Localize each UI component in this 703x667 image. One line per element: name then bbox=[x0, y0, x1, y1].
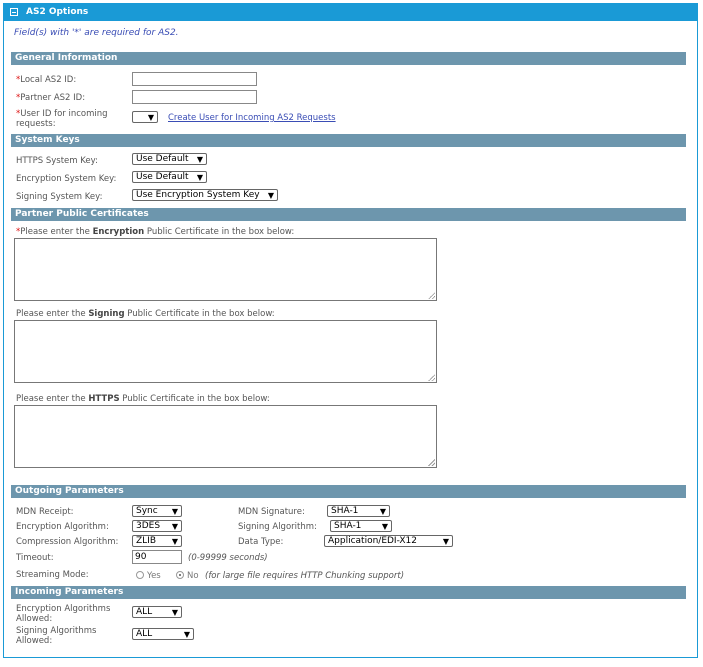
resize-grip-icon[interactable] bbox=[428, 374, 435, 381]
partner-as2-id-label: *Partner AS2 ID: bbox=[16, 93, 86, 103]
encryption-cert-label: *Please enter the Encryption Public Cert… bbox=[16, 227, 295, 237]
compression-algorithm-select[interactable]: ZLIB ▼ bbox=[132, 535, 182, 547]
signing-cert-textarea[interactable] bbox=[14, 320, 437, 383]
user-id-label: *User ID for incoming bbox=[16, 109, 108, 119]
triangle-down-icon: ▼ bbox=[196, 173, 203, 182]
signing-algorithms-allowed-label-2: Allowed: bbox=[16, 636, 53, 646]
timeout-hint: (0-99999 seconds) bbox=[188, 553, 268, 563]
triangle-down-icon: ▼ bbox=[171, 507, 178, 516]
encryption-algorithm-select[interactable]: 3DES ▼ bbox=[132, 520, 182, 532]
encryption-algorithm-label: Encryption Algorithm: bbox=[16, 522, 109, 532]
https-cert-label: Please enter the HTTPS Public Certificat… bbox=[16, 394, 270, 404]
required-note: Field(s) with '*' are required for AS2. bbox=[14, 28, 179, 38]
mdn-signature-label: MDN Signature: bbox=[238, 507, 305, 517]
mdn-receipt-label: MDN Receipt: bbox=[16, 507, 74, 517]
signing-algorithms-allowed-label: Signing Algorithms bbox=[16, 626, 97, 636]
triangle-down-icon: ▼ bbox=[442, 537, 449, 546]
encryption-system-key-select[interactable]: Use Default ▼ bbox=[132, 171, 207, 183]
streaming-yes-label: Yes bbox=[147, 571, 161, 581]
data-type-label: Data Type: bbox=[238, 537, 284, 547]
timeout-label: Timeout: bbox=[16, 553, 54, 563]
signing-algorithm-select[interactable]: SHA-1 ▼ bbox=[330, 520, 392, 532]
user-id-select[interactable]: ▼ bbox=[132, 111, 158, 123]
triangle-down-icon: ▼ bbox=[171, 537, 178, 546]
signing-cert-label: Please enter the Signing Public Certific… bbox=[16, 309, 275, 319]
data-type-select[interactable]: Application/EDI-X12 ▼ bbox=[324, 535, 453, 547]
compression-algorithm-label: Compression Algorithm: bbox=[16, 537, 119, 547]
mdn-receipt-select[interactable]: Sync ▼ bbox=[132, 505, 182, 517]
minus-box-icon[interactable] bbox=[10, 8, 18, 16]
triangle-down-icon: ▼ bbox=[379, 507, 386, 516]
section-incoming-parameters: Incoming Parameters bbox=[11, 586, 686, 599]
section-partner-public-certificates: Partner Public Certificates bbox=[11, 208, 686, 221]
encryption-system-key-label: Encryption System Key: bbox=[16, 174, 117, 184]
local-as2-id-input[interactable] bbox=[132, 72, 257, 86]
encryption-algorithms-allowed-select[interactable]: ALL ▼ bbox=[132, 606, 182, 618]
mdn-signature-select[interactable]: SHA-1 ▼ bbox=[327, 505, 390, 517]
user-id-label-2: requests: bbox=[16, 119, 56, 129]
streaming-hint: (for large file requires HTTP Chunking s… bbox=[205, 571, 405, 581]
section-outgoing-parameters: Outgoing Parameters bbox=[11, 485, 686, 498]
signing-system-key-label: Signing System Key: bbox=[16, 192, 103, 202]
triangle-down-icon: ▼ bbox=[267, 191, 274, 200]
streaming-no-radio[interactable] bbox=[176, 571, 184, 579]
signing-algorithm-label: Signing Algorithm: bbox=[238, 522, 317, 532]
local-as2-id-label: *Local AS2 ID: bbox=[16, 75, 77, 85]
streaming-yes-radio[interactable] bbox=[136, 571, 144, 579]
encryption-algorithms-allowed-label-2: Allowed: bbox=[16, 614, 53, 624]
triangle-down-icon: ▼ bbox=[171, 522, 178, 531]
timeout-input[interactable] bbox=[132, 550, 182, 564]
signing-system-key-select[interactable]: Use Encryption System Key ▼ bbox=[132, 189, 278, 201]
triangle-down-icon: ▼ bbox=[147, 113, 154, 122]
resize-grip-icon[interactable] bbox=[428, 459, 435, 466]
streaming-mode-label: Streaming Mode: bbox=[16, 570, 89, 580]
streaming-no-label: No bbox=[187, 571, 199, 581]
https-system-key-label: HTTPS System Key: bbox=[16, 156, 98, 166]
triangle-down-icon: ▼ bbox=[381, 522, 388, 531]
https-cert-textarea[interactable] bbox=[14, 405, 437, 468]
https-system-key-select[interactable]: Use Default ▼ bbox=[132, 153, 207, 165]
encryption-algorithms-allowed-label: Encryption Algorithms bbox=[16, 604, 111, 614]
triangle-down-icon: ▼ bbox=[196, 155, 203, 164]
signing-algorithms-allowed-select[interactable]: ALL ▼ bbox=[132, 628, 194, 640]
resize-grip-icon[interactable] bbox=[428, 292, 435, 299]
section-general-information: General Information bbox=[11, 52, 686, 65]
create-user-link[interactable]: Create User for Incoming AS2 Requests bbox=[168, 113, 336, 123]
triangle-down-icon: ▼ bbox=[171, 608, 178, 617]
triangle-down-icon: ▼ bbox=[183, 630, 190, 639]
encryption-cert-textarea[interactable] bbox=[14, 238, 437, 301]
section-system-keys: System Keys bbox=[11, 134, 686, 147]
panel-title-bar[interactable]: AS2 Options bbox=[4, 4, 697, 21]
partner-as2-id-input[interactable] bbox=[132, 90, 257, 104]
panel-title: AS2 Options bbox=[26, 7, 89, 17]
